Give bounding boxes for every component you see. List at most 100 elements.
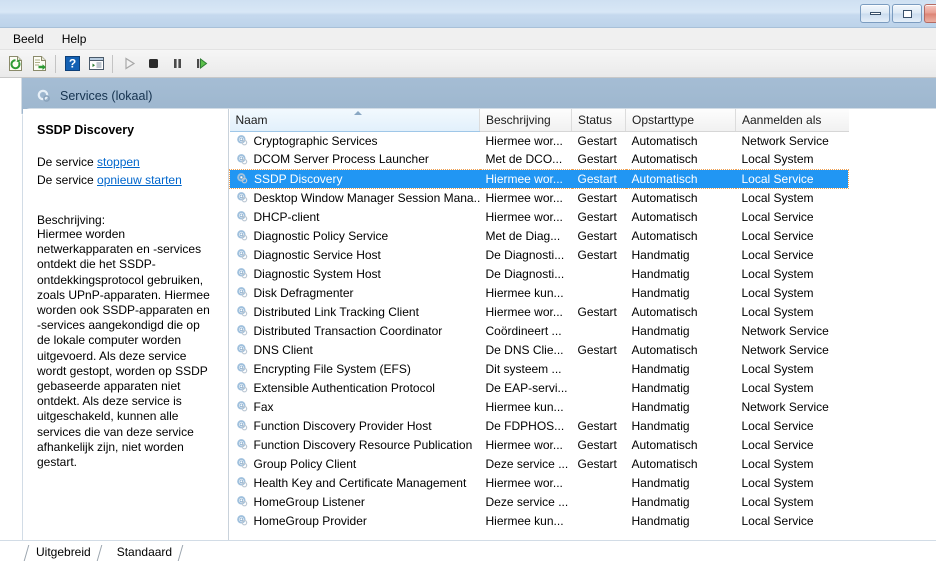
table-row[interactable]: Diagnostic System Host De Diagnosti... Han…: [230, 264, 849, 283]
restore-button[interactable]: [892, 4, 922, 23]
service-gear-icon: [236, 153, 247, 165]
close-button[interactable]: [924, 4, 936, 23]
column-header-beschrijving[interactable]: Beschrijving: [479, 109, 572, 132]
cell-aanmelden-als: Local Service: [741, 513, 814, 528]
restart-service-button[interactable]: [189, 52, 213, 76]
minimize-button[interactable]: [860, 4, 890, 23]
cell-naam: Desktop Window Manager Session Mana...: [230, 188, 480, 207]
cell-naam: Diagnostic Service Host: [230, 245, 480, 264]
service-gear-icon: [236, 515, 247, 526]
table-row[interactable]: Diagnostic Service Host De Diagnosti... Ge…: [230, 245, 849, 264]
service-gear-icon: [236, 249, 247, 260]
service-name-wrapper: Function Discovery Provider Host: [236, 419, 480, 433]
cell-beschrijving: Hiermee wor...: [485, 190, 563, 205]
cell-aanmelden-als: Local Service: [741, 228, 814, 243]
cell-aanmelden-als: Local System: [741, 304, 814, 319]
service-name-label: Diagnostic System Host: [253, 266, 381, 281]
cell-beschrijving: Hiermee kun...: [485, 513, 564, 528]
properties-button[interactable]: [84, 52, 108, 76]
cell-aanmelden-als: Local Service: [741, 209, 814, 224]
table-row[interactable]: Function Discovery Provider Host De FDPHO…: [230, 416, 849, 435]
table-row[interactable]: HomeGroup Provider Hiermee kun... Handmati…: [230, 511, 849, 530]
description-label: Beschrijving:: [37, 213, 106, 227]
cell-opstarttype: Handmatig: [631, 494, 690, 509]
services-table-head: Naam Beschrijving Status Opstarttype Aan…: [229, 109, 849, 132]
export-list-button[interactable]: [27, 52, 51, 76]
view-tabs: Uitgebreid Standaard: [0, 540, 936, 562]
table-row[interactable]: DNS Client De DNS Clie... Gestart Automatis…: [230, 340, 849, 359]
service-name-wrapper: Health Key and Certificate Management: [236, 476, 480, 490]
refresh-button[interactable]: [3, 52, 27, 76]
table-row[interactable]: Function Discovery Resource Publication H…: [230, 435, 849, 454]
cell-status: [572, 359, 626, 378]
cell-status: [572, 397, 626, 416]
restart-service-link[interactable]: opnieuw starten: [97, 173, 182, 187]
cell-aanmelden-als: Local Service: [741, 247, 814, 262]
tab-standaard[interactable]: Standaard: [103, 543, 184, 562]
services-table-header-row: Naam Beschrijving Status Opstarttype Aan…: [229, 109, 849, 132]
cell-status: [572, 283, 626, 302]
service-gear-icon: [236, 401, 247, 412]
service-name-label: Encrypting File System (EFS): [253, 361, 411, 376]
table-row[interactable]: Diagnostic Policy Service Met de Diag... G…: [230, 226, 849, 245]
stop-service-action: De service stoppen: [37, 153, 216, 171]
title-bar: [0, 0, 936, 28]
cell-opstarttype: Handmatig: [631, 380, 690, 395]
table-row[interactable]: Distributed Transaction Coordinator Coörd…: [230, 321, 849, 340]
menu-item-beeld[interactable]: Beeld: [4, 29, 53, 49]
column-header-opstarttype[interactable]: Opstarttype: [625, 109, 736, 132]
start-service-icon: [124, 57, 135, 70]
services-list-pane[interactable]: Naam Beschrijving Status Opstarttype Aan…: [229, 109, 936, 562]
tab-uitgebreid[interactable]: Uitgebreid: [22, 543, 103, 562]
service-name-wrapper: Function Discovery Resource Publication: [236, 438, 480, 452]
column-header-naam[interactable]: Naam: [229, 109, 480, 132]
table-row[interactable]: Cryptographic Services Hiermee wor... Gest…: [230, 131, 849, 150]
menu-item-help[interactable]: Help: [53, 29, 96, 49]
table-row[interactable]: Extensible Authentication Protocol De EAP…: [230, 378, 849, 397]
table-row[interactable]: Distributed Link Tracking Client Hiermee …: [230, 302, 849, 321]
table-row[interactable]: Health Key and Certificate Management Hie…: [230, 473, 849, 492]
table-row[interactable]: DHCP-client Hiermee wor... Gestart Automati…: [230, 207, 849, 226]
cell-status: Gestart: [571, 168, 626, 189]
table-row[interactable]: Encrypting File System (EFS) Dit systeem …: [230, 359, 849, 378]
service-name-wrapper: Diagnostic Service Host: [236, 248, 480, 262]
cell-opstarttype: Automatisch: [631, 304, 698, 319]
cell-naam: Extensible Authentication Protocol: [230, 378, 480, 397]
help-button[interactable]: ?: [60, 52, 84, 76]
service-name-wrapper: DCOM Server Process Launcher: [236, 152, 480, 166]
tab-standaard-label: Standaard: [116, 545, 173, 559]
service-name-label: Desktop Window Manager Session Mana...: [253, 190, 480, 205]
toolbar-separator: [55, 54, 56, 73]
cell-naam: Disk Defragmenter: [230, 283, 480, 302]
stop-service-button[interactable]: [141, 52, 165, 76]
service-name-label: DCOM Server Process Launcher: [253, 152, 429, 167]
table-row[interactable]: Fax Hiermee kun... Handmatig Network Servic…: [230, 397, 849, 416]
service-name-label: DNS Client: [253, 342, 313, 357]
cell-aanmelden-als: Network Service: [741, 342, 829, 357]
service-gear-icon: [236, 363, 247, 374]
table-row[interactable]: DCOM Server Process Launcher Met de DCO..…: [230, 150, 849, 169]
table-row[interactable]: Disk Defragmenter Hiermee kun... Handmatig…: [230, 283, 849, 302]
service-gear-icon: [236, 439, 247, 450]
table-row[interactable]: SSDP Discovery Hiermee wor... Gestart Autom…: [229, 168, 849, 189]
table-row[interactable]: HomeGroup Listener Deze service ... Handma…: [230, 492, 849, 511]
pause-service-button[interactable]: [165, 52, 189, 76]
cell-opstarttype: Handmatig: [631, 513, 690, 528]
start-service-button[interactable]: [117, 52, 141, 76]
column-header-aanmelden-als[interactable]: Aanmelden als: [735, 109, 849, 132]
cell-beschrijving: Met de Diag...: [485, 228, 561, 243]
table-row[interactable]: Group Policy Client Deze service ... Gesta…: [230, 454, 849, 473]
column-header-status[interactable]: Status: [571, 109, 626, 132]
cell-beschrijving: Hiermee wor...: [485, 475, 563, 490]
cell-status: Gestart: [577, 342, 617, 357]
cell-aanmelden-als: Local System: [741, 152, 814, 167]
service-name-wrapper: HomeGroup Provider: [236, 514, 480, 528]
service-name-wrapper: Diagnostic Policy Service: [236, 229, 480, 243]
svg-text:?: ?: [68, 57, 75, 71]
selected-service-title: SSDP Discovery: [37, 123, 135, 137]
pause-service-icon: [173, 59, 181, 68]
cell-aanmelden-als: Network Service: [741, 399, 829, 414]
stop-service-link[interactable]: stoppen: [97, 155, 140, 169]
table-row[interactable]: Desktop Window Manager Session Mana... Hi…: [230, 188, 849, 207]
service-gear-icon: [236, 135, 247, 146]
